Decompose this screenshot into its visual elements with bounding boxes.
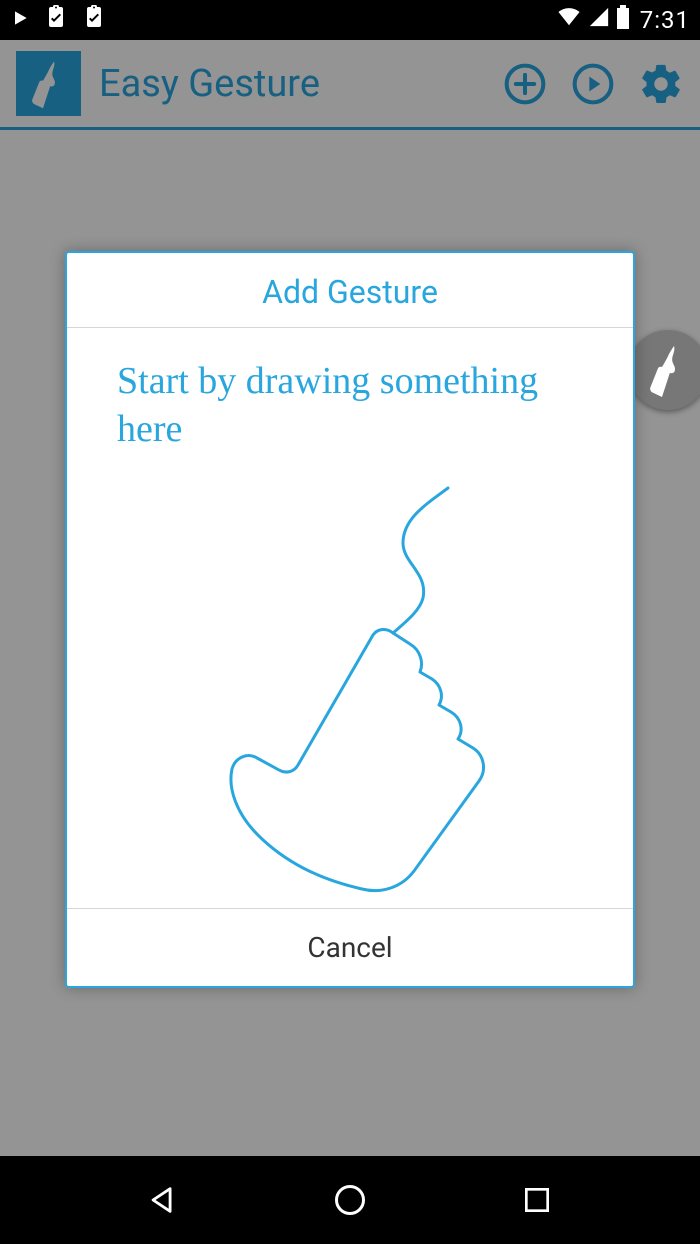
dialog-title: Add Gesture <box>67 253 633 328</box>
home-circle-icon[interactable] <box>326 1176 374 1224</box>
battery-icon <box>616 5 630 35</box>
system-nav-bar <box>0 1156 700 1244</box>
hand-gesture-icon <box>188 478 548 898</box>
cancel-button[interactable]: Cancel <box>67 908 633 986</box>
gesture-drawing-area[interactable]: Start by drawing something here <box>67 328 633 908</box>
floating-gesture-bubble[interactable] <box>628 330 700 410</box>
status-time: 7:31 <box>640 6 690 34</box>
add-gesture-dialog: Add Gesture Start by drawing something h… <box>65 251 635 988</box>
play-icon <box>10 6 30 34</box>
recent-square-icon[interactable] <box>513 1176 561 1224</box>
signal-icon <box>588 6 610 34</box>
wifi-icon <box>556 6 582 34</box>
clipboard-check-icon <box>82 5 106 35</box>
status-bar: 7:31 <box>0 0 700 40</box>
clipboard-check-icon <box>44 5 68 35</box>
drawing-hint-text: Start by drawing something here <box>97 358 603 453</box>
back-triangle-icon[interactable] <box>139 1176 187 1224</box>
